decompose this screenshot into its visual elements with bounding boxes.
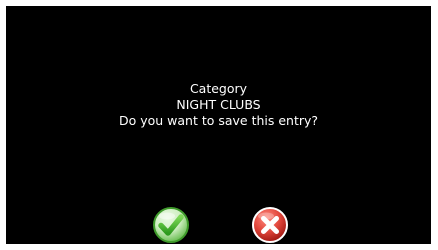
checkmark-icon — [153, 207, 189, 243]
save-entry-dialog: Category NIGHT CLUBS Do you want to save… — [6, 6, 431, 244]
save-question: Do you want to save this entry? — [118, 113, 319, 128]
category-label: Category — [189, 81, 248, 96]
category-value: NIGHT CLUBS — [176, 97, 261, 112]
cancel-save-button[interactable] — [251, 206, 289, 244]
dialog-message: Category NIGHT CLUBS Do you want to save… — [6, 81, 431, 129]
confirm-save-button[interactable] — [152, 206, 190, 244]
x-icon — [252, 207, 288, 243]
